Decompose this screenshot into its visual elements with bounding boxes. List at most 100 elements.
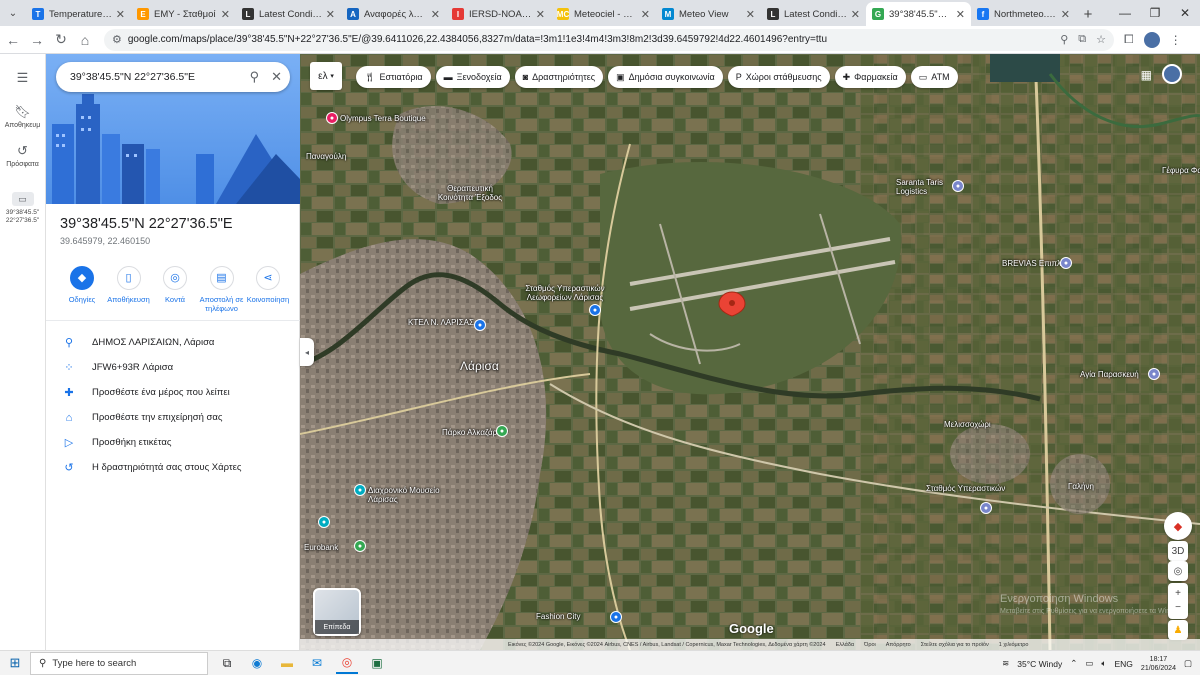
minimize-icon[interactable]: — [1110,0,1140,26]
close-tab-icon[interactable]: ✕ [536,8,545,21]
bus-poi-icon[interactable]: ● [589,304,601,316]
network-icon[interactable]: ▭ [1085,658,1093,669]
home-icon[interactable]: ⌂ [74,29,96,51]
browser-tab[interactable]: T Temperature.gr - ✕ [26,2,131,26]
recent-item[interactable]: ▭ 39°38'45.5" 22°27'36.5" [0,192,45,225]
browser-tab[interactable]: MC Meteociel - Mode✕ [551,2,656,26]
action-bookmark[interactable]: ▯ Αποθήκευση [107,266,151,313]
bus-poi-icon[interactable]: ● [980,502,992,514]
tab-search-icon[interactable]: ⌄ [0,0,26,26]
close-tab-icon[interactable]: ✕ [746,8,755,21]
browser-tab[interactable]: E EMY - Σταθμοί ✕ [131,2,236,26]
pegman-icon[interactable]: ♟ [1168,620,1188,640]
chip-transit[interactable]: ▣ Δημόσια συγκοινωνία [608,66,723,88]
attribution-link[interactable]: 1 χιλιόμετρο [999,642,1029,648]
info-row[interactable]: ⚲ ΔΗΜΟΣ ΛΑΡΙΣΑΙΩΝ, Λάρισα [46,330,300,355]
map-label-fashion[interactable]: Fashion City [536,612,580,621]
close-tab-icon[interactable]: ✕ [326,8,335,21]
account-avatar[interactable] [1162,64,1182,84]
attribution-link[interactable]: Απόρρητο [886,642,911,648]
map-label-eurobank[interactable]: Eurobank [304,543,338,552]
map-label-galini[interactable]: Γαλήνη [1068,482,1094,491]
browser-tab[interactable]: I IERSD-NOA: Wea✕ [446,2,551,26]
close-window-icon[interactable]: ✕ [1170,0,1200,26]
browser-tab[interactable]: M Meteo View ✕ [656,2,761,26]
browser-tab[interactable]: L Latest Conditions✕ [761,2,866,26]
edge-icon[interactable]: ◉ [246,652,268,674]
language-indicator[interactable]: ENG [1115,659,1133,669]
map-label-brevias[interactable]: BREVIAS Επιπλα [1002,259,1066,268]
browser-tab[interactable]: f Northmeteo.gr | ✕ [971,2,1076,26]
mail-icon[interactable]: ✉ [306,652,328,674]
map-label-ktel[interactable]: ΚΤΕΛ Ν. ΛΑΡΙΣΑΣ [408,318,474,327]
bank-poi-icon[interactable]: ● [354,540,366,552]
info-row[interactable]: ▷ Προσθήκη ετικέτας [46,430,300,455]
menu-button[interactable]: ☰ [0,70,45,88]
extensions-icon[interactable]: ⧠ [1124,32,1134,47]
new-tab-button[interactable]: + [1076,2,1100,26]
location-icon[interactable]: ⚲ [1060,33,1068,46]
close-tab-icon[interactable]: ✕ [956,8,965,21]
excel-icon[interactable]: ▣ [366,652,388,674]
hotel-poi-icon[interactable]: ● [326,112,338,124]
map-label-panagouli[interactable]: Παναγούλη [306,152,346,161]
url-text[interactable]: google.com/maps/place/39°38'45.5"N+22°27… [128,34,1060,45]
collapse-panel-button[interactable]: ◂ [300,338,314,366]
layers-button[interactable]: Επίπεδα [313,588,361,636]
reload-icon[interactable]: ↻ [50,29,72,51]
volume-icon[interactable]: 🔈︎ [1101,658,1106,669]
close-tab-icon[interactable]: ✕ [851,8,860,21]
file-explorer-icon[interactable]: ▬ [276,652,298,674]
address-bar[interactable]: ⚙ google.com/maps/place/39°38'45.5"N+22°… [104,28,1114,51]
action-share[interactable]: ⋖ Κοινοποίηση [246,266,290,313]
map-label-melis[interactable]: Μελισσοχώρι [944,420,991,429]
info-row[interactable]: ⁘ JFW6+93R Λάρισα [46,355,300,380]
park-poi-icon[interactable]: ● [496,425,508,437]
search-input[interactable]: 39°38'45.5"N 22°27'36.5"E [70,71,238,83]
apps-grid-icon[interactable]: ▦ [1141,68,1152,82]
bus-poi-icon[interactable]: ● [474,319,486,331]
notifications-icon[interactable]: ▢ [1184,658,1192,669]
back-icon[interactable]: ← [2,29,24,51]
chip-hotel[interactable]: ▬ Ξενοδοχεία [435,66,510,88]
taskbar-search[interactable]: ⚲ Type here to search [30,651,208,675]
close-tab-icon[interactable]: ✕ [1061,8,1070,21]
chip-atm[interactable]: ▭ ATM [910,66,958,88]
bookmark-star-icon[interactable]: ☆ [1096,33,1106,46]
browser-tab[interactable]: L Latest Conditions✕ [236,2,341,26]
browser-tab[interactable]: G 39°38'45.5"N 22°2✕ [866,2,971,26]
browser-tab[interactable]: A Αναφορές λουνίου✕ [341,2,446,26]
map-label-park[interactable]: Πάρκο Αλκαζάρ [442,428,497,437]
3d-toggle-button[interactable]: 3D [1168,541,1188,561]
language-toggle[interactable]: ελ ▾ [310,62,342,90]
close-tab-icon[interactable]: ✕ [431,8,440,21]
info-row[interactable]: ↺ Η δραστηριότητά σας στους Χάρτες [46,455,300,480]
attribution-link[interactable]: Ελλάδα [836,642,855,648]
action-send-to-phone[interactable]: ▤ Αποστολή σε τηλέφωνο [200,266,244,313]
info-row[interactable]: ⌂ Προσθέστε την επιχείρησή σας [46,405,300,430]
browser-menu-icon[interactable]: ⋮ [1170,33,1182,47]
poi-marker-icon[interactable]: ● [1148,368,1160,380]
info-row[interactable]: ✚ Προσθέστε ένα μέρος που λείπει [46,380,300,405]
profile-avatar[interactable] [1143,31,1160,48]
map-label-olympus[interactable]: Olympus Terra Boutique [340,114,426,123]
chip-pharmacy[interactable]: ✚ Φαρμακεία [834,66,906,88]
clock[interactable]: 18:17 21/06/2024 [1141,655,1176,673]
map-label-station2[interactable]: Σταθμός Υπεραστικών [926,484,1006,493]
windows-start-icon[interactable]: ⊞ [0,651,30,676]
rail-saved[interactable]: 🔖︎ Αποθηκευμ [0,104,45,129]
task-view-icon[interactable]: ⧉ [216,652,238,674]
chip-camera[interactable]: ◙ Δραστηριότητες [514,66,604,88]
forward-icon[interactable]: → [26,29,48,51]
satellite-map[interactable]: ελ ▾ 🍴︎ Εστιατόρια ▬ Ξενοδοχεία ◙ Δραστηριότη… [300,54,1200,650]
restore-icon[interactable]: ❐ [1140,0,1170,26]
map-label-larisa[interactable]: Λάρισα [460,359,499,373]
compass-icon[interactable]: ◆ [1164,512,1192,540]
map-label-agia[interactable]: Αγία Παρασκευή [1080,370,1139,379]
search-icon[interactable]: ⚲ [250,69,260,85]
map-label-station[interactable]: Σταθμός Υπεραστικών Λεωφορείων Λάρισας [520,284,610,302]
museum-poi-icon[interactable]: ● [354,484,366,496]
action-directions[interactable]: ◆ Οδηγίες [60,266,104,313]
shopping-poi-icon[interactable]: ● [610,611,622,623]
map-label-museum[interactable]: Διαχρονικό Μουσείο Λάρισας [368,486,458,504]
